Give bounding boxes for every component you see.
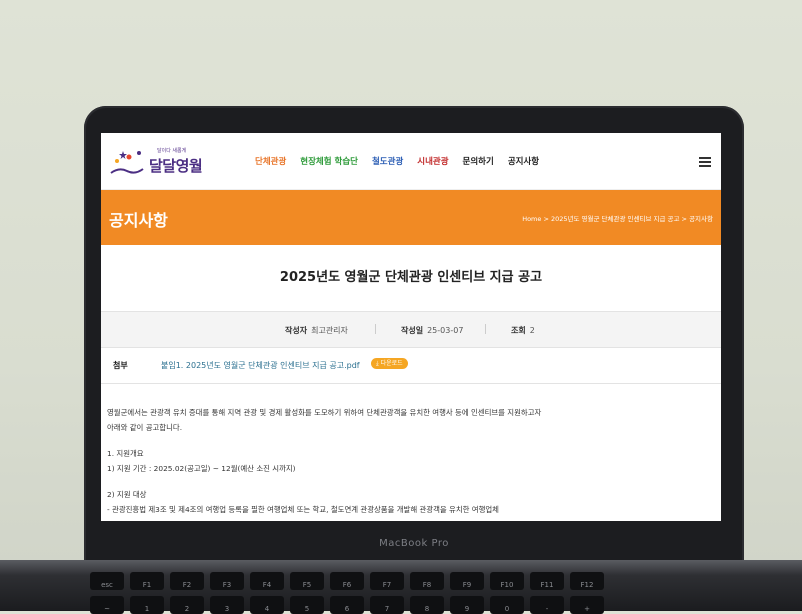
nav-notice[interactable]: 공지사항 — [508, 155, 539, 167]
post-meta-bar: 작성자 최고관리자 작성일 25-03-07 조회 2 — [101, 311, 721, 348]
body-line: 2) 지원 대상 — [107, 490, 147, 499]
body-line: 아래와 같이 공고합니다. — [107, 423, 183, 432]
body-line: 1) 지원 기간 : 2025.02(공고일) ~ 12월(예산 소진 시까지) — [107, 464, 296, 473]
main-nav: 단체관광 현장체험 학습단 철도관광 시내관광 문의하기 공지사항 — [255, 155, 539, 167]
post-title: 2025년도 영월군 단체관광 인센티브 지급 공고 — [279, 270, 543, 285]
key: F5 — [290, 572, 324, 590]
key: esc — [90, 572, 124, 590]
key: F10 — [490, 572, 524, 590]
nav-group-tour[interactable]: 단체관광 — [255, 155, 286, 167]
post-body: 영월군에서는 관광객 유치 증대를 통해 지역 관광 및 경제 활성화를 도모하… — [107, 405, 707, 517]
download-button[interactable]: ⤓ 다운로드 — [371, 358, 408, 369]
key: F6 — [330, 572, 364, 590]
meta-date: 작성일 25-03-07 — [401, 325, 463, 336]
browser-screen: 달이다 새롭게 달달영월 단체관광 현장체험 학습단 철도관광 시내관광 문의하… — [101, 133, 721, 521]
key: F12 — [570, 572, 604, 590]
logo-tagline: 달이다 새롭게 — [157, 148, 187, 154]
key: F1 — [130, 572, 164, 590]
key: F7 — [370, 572, 404, 590]
meta-views: 조회 2 — [511, 325, 535, 336]
site-logo[interactable]: 달이다 새롭게 달달영월 — [109, 147, 237, 179]
key: 0 — [490, 596, 524, 614]
key: 8 — [410, 596, 444, 614]
date-label: 작성일 — [401, 326, 424, 335]
key: 7 — [370, 596, 404, 614]
nav-field-study[interactable]: 현장체험 학습단 — [300, 155, 358, 167]
hamburger-menu-icon[interactable] — [699, 157, 711, 167]
meta-divider — [375, 324, 376, 334]
key: 6 — [330, 596, 364, 614]
banner-title: 공지사항 — [109, 211, 168, 230]
logo-text: 달달영월 — [149, 157, 203, 175]
key: F11 — [530, 572, 564, 590]
page-banner: 공지사항 Home > 2025년도 영월군 단체관광 인센티브 지급 공고 >… — [101, 190, 721, 245]
key-row-function: esc F1 F2 F3 F4 F5 F6 F7 F8 F9 F10 F11 F… — [90, 572, 604, 590]
key: 2 — [170, 596, 204, 614]
meta-divider — [485, 324, 486, 334]
nav-rail-tour[interactable]: 철도관광 — [372, 155, 403, 167]
key: F4 — [250, 572, 284, 590]
site-header: 달이다 새롭게 달달영월 단체관광 현장체험 학습단 철도관광 시내관광 문의하… — [101, 133, 721, 190]
key: F9 — [450, 572, 484, 590]
views-label: 조회 — [511, 326, 526, 335]
key: - — [530, 596, 564, 614]
key: F2 — [170, 572, 204, 590]
author-value: 최고관리자 — [311, 326, 348, 335]
attachment-row: 첨부 붙임1. 2025년도 영월군 단체관광 인센티브 지급 공고.pdf ⤓… — [101, 347, 721, 384]
key: 5 — [290, 596, 324, 614]
attachment-label: 첨부 — [113, 361, 128, 370]
body-line: - 관광진흥법 제3조 및 제4조의 여행업 등록을 필한 여행업체 또는 학교… — [107, 505, 499, 514]
keyboard: esc F1 F2 F3 F4 F5 F6 F7 F8 F9 F10 F11 F… — [0, 560, 802, 614]
key: F3 — [210, 572, 244, 590]
meta-author: 작성자 최고관리자 — [285, 325, 348, 336]
author-label: 작성자 — [285, 326, 308, 335]
device-brand: MacBook Pro — [379, 538, 449, 549]
key: 4 — [250, 596, 284, 614]
nav-contact[interactable]: 문의하기 — [463, 155, 494, 167]
download-label: 다운로드 — [380, 360, 403, 367]
body-line: 1. 지원개요 — [107, 449, 144, 458]
key: + — [570, 596, 604, 614]
body-line: 영월군에서는 관광객 유치 증대를 통해 지역 관광 및 경제 활성화를 도모하… — [107, 408, 542, 417]
key: F8 — [410, 572, 444, 590]
key-row-number: ~ 1 2 3 4 5 6 7 8 9 0 - + — [90, 596, 604, 614]
nav-city-tour[interactable]: 시내관광 — [417, 155, 448, 167]
key: 1 — [130, 596, 164, 614]
attachment-link[interactable]: 붙임1. 2025년도 영월군 단체관광 인센티브 지급 공고.pdf — [161, 360, 360, 371]
key: ~ — [90, 596, 124, 614]
date-value: 25-03-07 — [427, 326, 464, 335]
key: 3 — [210, 596, 244, 614]
views-value: 2 — [529, 326, 535, 335]
breadcrumb[interactable]: Home > 2025년도 영월군 단체관광 인센티브 지급 공고 > 공지사항 — [522, 213, 713, 223]
logo-stars-icon — [110, 151, 144, 174]
key: 9 — [450, 596, 484, 614]
